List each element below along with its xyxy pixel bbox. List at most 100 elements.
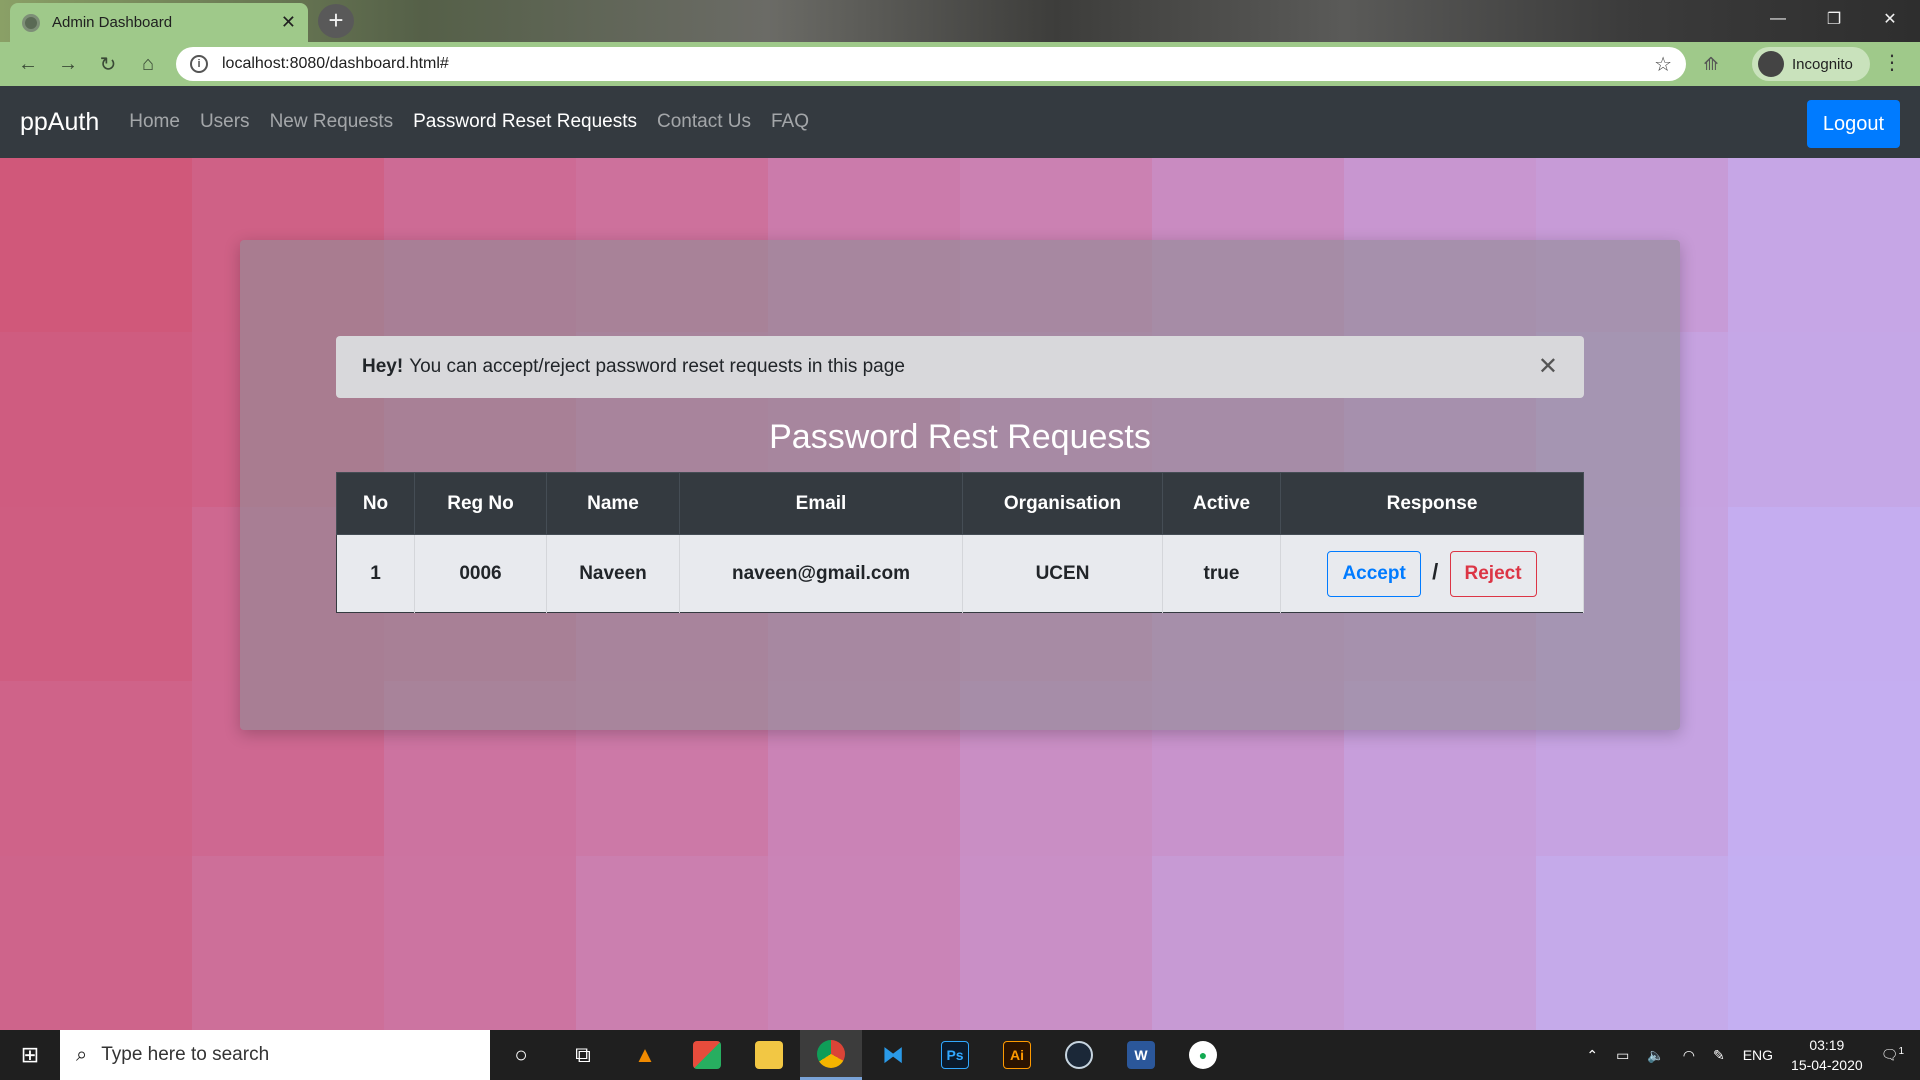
- task-view-icon[interactable]: ⧉: [552, 1030, 614, 1080]
- logout-button[interactable]: Logout: [1806, 100, 1900, 148]
- taskbar-clock[interactable]: 03:19 15-04-2020: [1791, 1035, 1863, 1075]
- background-tile: [1728, 855, 1920, 1030]
- clock-time: 03:19: [1809, 1037, 1845, 1053]
- forward-icon[interactable]: →: [48, 44, 88, 84]
- taskbar-search[interactable]: ⌕ Type here to search: [60, 1030, 490, 1080]
- photoshop-icon[interactable]: Ps: [924, 1030, 986, 1080]
- col-header-email: Email: [679, 472, 963, 535]
- site-info-icon[interactable]: i: [190, 55, 208, 73]
- alert-text: You can accept/reject password reset req…: [409, 356, 905, 377]
- background-tile: [0, 506, 192, 682]
- background-tile: [1728, 506, 1920, 682]
- chrome-icon[interactable]: [800, 1030, 862, 1080]
- tab-title: Admin Dashboard: [52, 14, 173, 31]
- background-tile: [0, 681, 192, 856]
- os-taskbar: ⊞ ⌕ Type here to search ○ ⧉ ▲ ⧓ Ps Ai W …: [0, 1030, 1920, 1080]
- minimize-icon[interactable]: —: [1750, 0, 1806, 38]
- background-tile: [768, 855, 960, 1030]
- illustrator-icon[interactable]: Ai: [986, 1030, 1048, 1080]
- browser-menu-icon[interactable]: ⋮: [1882, 50, 1902, 75]
- background-tile: [960, 855, 1152, 1030]
- col-header-reg-no: Reg No: [414, 472, 547, 535]
- wifi-icon[interactable]: ◠: [1683, 1047, 1695, 1064]
- cortana-icon[interactable]: ○: [490, 1030, 552, 1080]
- word-icon[interactable]: W: [1110, 1030, 1172, 1080]
- accept-button[interactable]: Accept: [1327, 550, 1421, 597]
- alert-bold-text: Hey!: [362, 356, 404, 377]
- tab-favicon-icon: [22, 13, 40, 32]
- background-tile: [192, 855, 384, 1030]
- alert-close-icon[interactable]: ✕: [1538, 352, 1558, 381]
- cell-name: Naveen: [546, 534, 680, 613]
- background-tile: [0, 158, 192, 333]
- windows-start-icon[interactable]: ⊞: [0, 1030, 60, 1080]
- home-icon[interactable]: ⌂: [128, 44, 168, 84]
- col-header-no: No: [336, 472, 415, 535]
- col-header-response: Response: [1280, 472, 1584, 535]
- info-alert: Hey! You can accept/reject password rese…: [336, 336, 1584, 398]
- address-bar[interactable]: i localhost:8080/dashboard.html# ☆: [176, 47, 1686, 81]
- background-tile: [0, 855, 192, 1030]
- language-indicator[interactable]: ENG: [1743, 1047, 1773, 1063]
- incognito-label: Incognito: [1792, 55, 1853, 73]
- clock-date: 15-04-2020: [1791, 1057, 1863, 1073]
- col-header-name: Name: [546, 472, 680, 535]
- cell-organisation: UCEN: [962, 534, 1163, 613]
- nav-link-users[interactable]: Users: [200, 111, 250, 133]
- background-tile: [384, 855, 576, 1030]
- nav-link-home[interactable]: Home: [129, 111, 180, 133]
- back-icon[interactable]: ←: [8, 44, 48, 84]
- nav-link-contact-us[interactable]: Contact Us: [657, 111, 751, 133]
- nav-link-password-reset-requests[interactable]: Password Reset Requests: [413, 111, 637, 133]
- notifications-icon[interactable]: 🗨1: [1881, 1046, 1904, 1064]
- restore-icon[interactable]: ❐: [1806, 0, 1862, 38]
- vlc-icon[interactable]: ▲: [614, 1030, 676, 1080]
- mongodb-icon[interactable]: ●: [1172, 1030, 1234, 1080]
- reload-icon[interactable]: ↻: [88, 44, 128, 84]
- file-explorer-icon[interactable]: [738, 1030, 800, 1080]
- table-row: 1 0006 Naveen naveen@gmail.com UCEN true…: [336, 534, 1584, 613]
- background-tile: [1728, 681, 1920, 856]
- page-title: Password Rest Requests: [769, 418, 1151, 456]
- volume-icon[interactable]: 🔈: [1647, 1047, 1664, 1064]
- background-tile: [1152, 855, 1344, 1030]
- background-tile: [576, 855, 768, 1030]
- app-navbar: ppAuth Home Users New Requests Password …: [0, 86, 1920, 158]
- extension-icon[interactable]: ⟰: [1700, 54, 1722, 76]
- system-tray: ⌃ ▭ 🔈 ◠ ✎ ENG 03:19 15-04-2020 🗨1: [1586, 1030, 1920, 1080]
- background-tile: [1344, 855, 1536, 1030]
- nav-link-faq[interactable]: FAQ: [771, 111, 809, 133]
- browser-toolbar: ← → ↻ ⌂ i localhost:8080/dashboard.html#…: [0, 42, 1920, 86]
- battery-icon[interactable]: ▭: [1616, 1047, 1629, 1064]
- response-separator: /: [1432, 558, 1439, 584]
- pen-icon[interactable]: ✎: [1713, 1047, 1725, 1064]
- steam-icon[interactable]: [1048, 1030, 1110, 1080]
- background-tile: [1728, 332, 1920, 507]
- cell-active: true: [1162, 534, 1281, 613]
- taskbar-search-placeholder: Type here to search: [101, 1044, 270, 1065]
- incognito-profile-button[interactable]: Incognito: [1752, 47, 1870, 81]
- browser-tab[interactable]: Admin Dashboard ✕: [10, 3, 308, 42]
- window-close-icon[interactable]: ✕: [1862, 0, 1918, 38]
- content-card: Hey! You can accept/reject password rese…: [240, 240, 1680, 730]
- cell-response: Accept / Reject: [1280, 534, 1584, 613]
- new-tab-button[interactable]: +: [318, 4, 354, 38]
- cell-email: naveen@gmail.com: [679, 534, 963, 613]
- cell-reg-no: 0006: [414, 534, 547, 613]
- browser-titlebar: Admin Dashboard ✕ + — ❐ ✕: [0, 0, 1920, 42]
- tray-chevron-icon[interactable]: ⌃: [1586, 1047, 1598, 1064]
- store-icon[interactable]: [676, 1030, 738, 1080]
- background-tile: [0, 332, 192, 507]
- tab-close-icon[interactable]: ✕: [281, 12, 296, 33]
- background-tile: [1728, 158, 1920, 333]
- brand-logo[interactable]: ppAuth: [20, 108, 99, 137]
- vscode-icon[interactable]: ⧓: [862, 1030, 924, 1080]
- notification-count: 1: [1898, 1046, 1904, 1058]
- nav-link-new-requests[interactable]: New Requests: [270, 111, 394, 133]
- bookmark-star-icon[interactable]: ☆: [1654, 52, 1672, 77]
- incognito-icon: [1758, 51, 1784, 77]
- table-header-row: No Reg No Name Email Organisation Active…: [336, 472, 1584, 535]
- cell-no: 1: [336, 534, 415, 613]
- url-text[interactable]: localhost:8080/dashboard.html#: [222, 55, 1654, 73]
- reject-button[interactable]: Reject: [1449, 550, 1537, 597]
